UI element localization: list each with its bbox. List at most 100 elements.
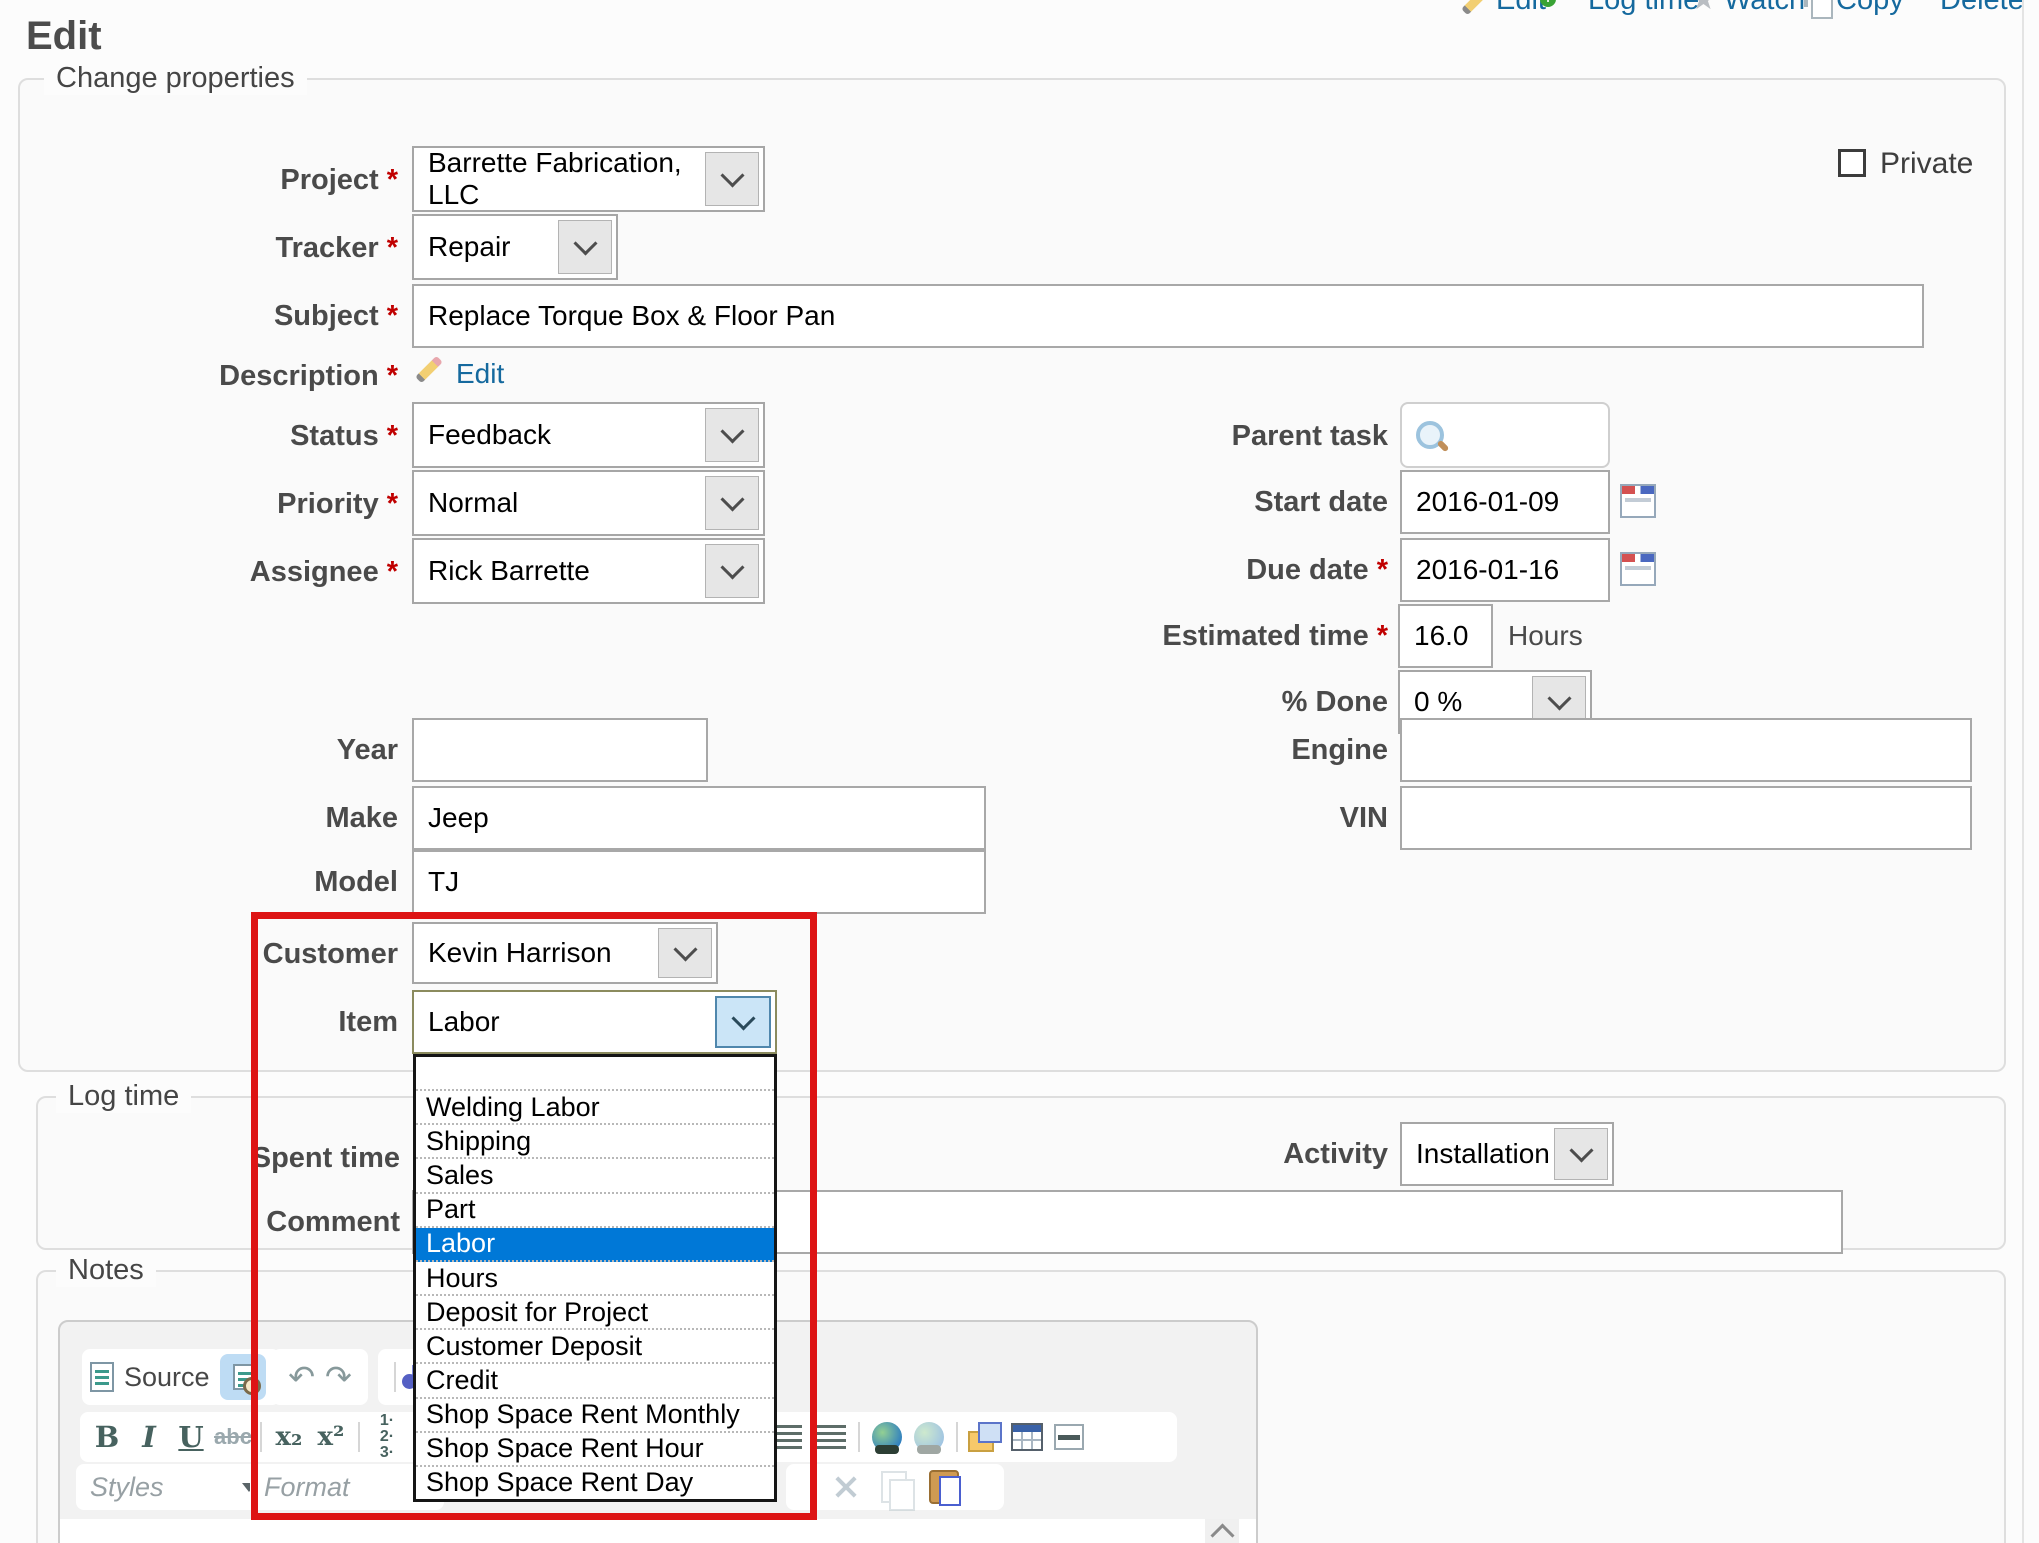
unlink-icon[interactable] [908,1415,950,1459]
toolbar-watch-link[interactable]: Watch [1724,0,1805,17]
year-input[interactable] [412,718,708,782]
status-select[interactable]: Feedback [412,402,765,468]
estimated-time-label-text: Estimated time [1162,620,1368,652]
subject-input[interactable]: Replace Torque Box & Floor Pan [412,284,1924,348]
parent-task-input[interactable] [1400,402,1610,468]
toolbar-delete-link[interactable]: Delete [1940,0,2024,17]
model-label-text: Model [314,866,398,898]
project-value: Barrette Fabrication, LLC [428,147,703,211]
priority-select[interactable]: Normal [412,470,765,536]
chevron-down-icon [573,231,597,255]
source-doc-icon [90,1362,114,1392]
format-combo-label: Format [264,1472,350,1503]
redo-icon[interactable]: ↷ [325,1358,352,1396]
tracker-label: Tracker* [0,232,398,265]
editor-content-area[interactable] [60,1519,1256,1543]
editor-scrollbar[interactable] [1205,1519,1239,1543]
status-value: Feedback [428,419,551,451]
item-dropdown-option[interactable]: Shipping [416,1125,774,1159]
item-dropdown-option[interactable]: Shop Space Rent Hour [416,1433,774,1467]
copy-icon[interactable] [881,1471,907,1503]
copy-icon[interactable] [1804,0,1808,7]
preview-template-button[interactable] [220,1354,266,1400]
item-dropdown-option[interactable]: Part [416,1194,774,1228]
tracker-label-text: Tracker [276,232,379,264]
make-input[interactable]: Jeep [412,786,986,850]
calendar-icon[interactable] [1620,552,1656,586]
status-label: Status* [0,420,398,453]
assignee-value: Rick Barrette [428,555,590,587]
toolbar-copy-link[interactable]: Copy [1836,0,1904,17]
item-dropdown-option[interactable]: Deposit for Project [416,1296,774,1330]
horizontal-rule-icon[interactable] [1048,1415,1090,1459]
tracker-select[interactable]: Repair [412,214,618,280]
activity-select[interactable]: Installation [1400,1122,1614,1186]
justify-full-icon[interactable] [810,1415,852,1459]
log-time-legend: Log time [56,1080,191,1113]
undo-icon[interactable]: ↶ [288,1358,315,1396]
due-date-input[interactable]: 2016-01-16 [1400,538,1610,602]
superscript-icon[interactable]: x² [310,1415,352,1459]
item-dropdown-option[interactable]: Shop Space Rent Monthly [416,1399,774,1433]
make-label-text: Make [325,802,398,834]
editor-source-group: Source [82,1349,280,1405]
cut-icon[interactable] [831,1473,859,1501]
vin-input[interactable] [1400,786,1972,850]
assignee-select[interactable]: Rick Barrette [412,538,765,604]
item-select-arrow[interactable] [715,996,771,1048]
styles-combo[interactable]: Styles [76,1464,270,1510]
toolbar-log-time-link[interactable]: Log time [1588,0,1699,17]
spent-time-label: Spent time [0,1142,400,1175]
strikethrough-icon[interactable]: abc [212,1415,254,1459]
vin-label-text: VIN [1340,802,1388,834]
assignee-label: Assignee* [0,556,398,589]
model-value: TJ [428,866,459,898]
item-dropdown-option[interactable]: Labor [416,1228,774,1262]
item-dropdown-option[interactable]: Sales [416,1159,774,1193]
customer-select[interactable]: Kevin Harrison [412,922,718,984]
source-button[interactable]: Source [124,1362,210,1393]
link-icon[interactable] [866,1415,908,1459]
redmine-issue-edit-page: Edit Log time ★ Watch Copy Delete Edit C… [0,0,2039,1543]
toolbar-separator [394,1362,396,1392]
scroll-up-icon[interactable] [1210,1523,1234,1543]
description-edit-link[interactable]: Edit [456,358,504,390]
item-dropdown-option[interactable]: Shop Space Rent Day [416,1467,774,1499]
activity-select-arrow [1554,1128,1608,1180]
item-select[interactable]: Labor [412,990,777,1054]
item-dropdown-option[interactable]: Credit [416,1364,774,1398]
subscript-icon[interactable]: x₂ [268,1415,310,1459]
required-marker: * [1377,554,1388,586]
model-input[interactable]: TJ [412,850,986,914]
estimated-time-input[interactable]: 16.0 [1398,604,1493,668]
underline-icon[interactable]: U [170,1415,212,1459]
subject-value: Replace Torque Box & Floor Pan [428,300,835,332]
engine-label: Engine [950,734,1388,767]
item-dropdown-option[interactable] [416,1057,774,1091]
item-dropdown-option[interactable]: Customer Deposit [416,1330,774,1364]
item-dropdown-option[interactable]: Hours [416,1262,774,1296]
italic-icon[interactable]: I [128,1415,170,1459]
toolbar-separator [358,1422,360,1452]
bold-icon[interactable]: B [86,1415,128,1459]
chevron-down-icon [720,419,744,443]
estimated-time-label: Estimated time* [950,620,1388,653]
numbered-list-icon[interactable]: 1·2·3· [366,1415,408,1459]
calendar-icon[interactable] [1620,484,1656,518]
project-label-text: Project [280,164,378,196]
globe-unlink-glyph [914,1422,944,1452]
engine-input[interactable] [1400,718,1972,782]
priority-label-text: Priority [277,488,379,520]
table-icon[interactable] [1006,1415,1048,1459]
watch-star-icon[interactable]: ★ [1690,0,1717,17]
image-icon[interactable] [964,1415,1006,1459]
toolbar-edit-link[interactable]: Edit [1496,0,1546,17]
paste-icon[interactable] [929,1470,959,1504]
private-checkbox[interactable] [1838,149,1866,177]
justify-bars [776,1425,802,1450]
project-select[interactable]: Barrette Fabrication, LLC [412,146,765,212]
vin-label: VIN [950,802,1388,835]
start-date-input[interactable]: 2016-01-09 [1400,470,1610,534]
item-dropdown-option[interactable]: Welding Labor [416,1091,774,1125]
page-title: Edit [26,14,102,59]
